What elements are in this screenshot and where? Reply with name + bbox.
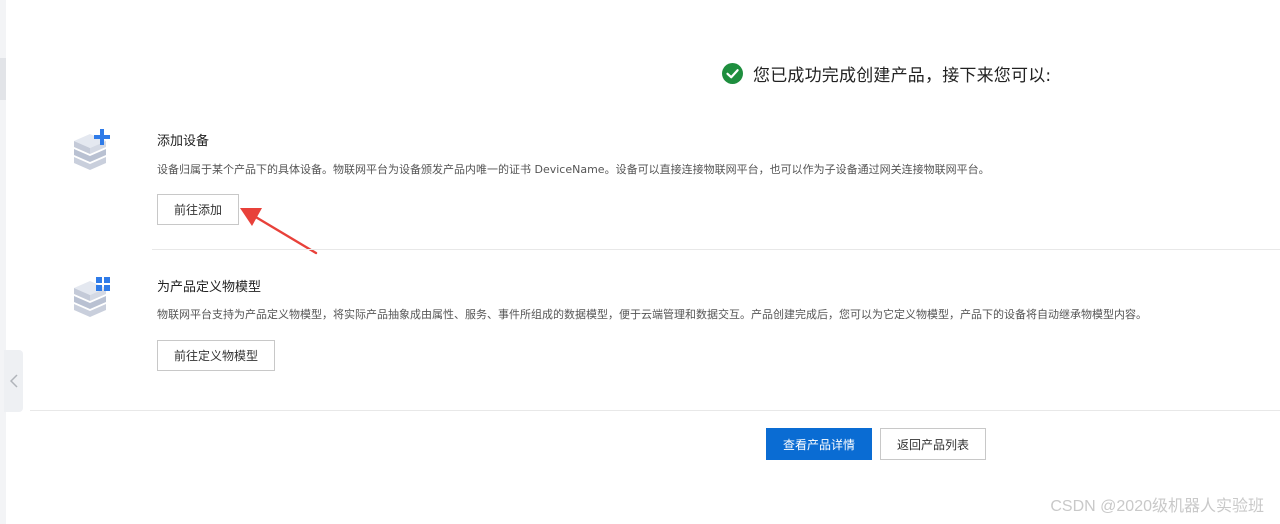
section-title-add-device: 添加设备 xyxy=(157,134,210,149)
chevron-left-icon xyxy=(9,374,18,388)
create-product-success-page: 您已成功完成创建产品，接下来您可以: 添加设备 设备归属于某个产品下的具体设备。… xyxy=(0,0,1280,524)
back-to-product-list-button[interactable]: 返回产品列表 xyxy=(880,428,986,460)
add-device-icon xyxy=(74,129,110,170)
footer-divider xyxy=(30,410,1280,411)
section-desc-thing-model: 物联网平台支持为产品定义物模型，将实际产品抽象成由属性、服务、事件所组成的数据模… xyxy=(157,308,1147,321)
go-define-thing-model-button[interactable]: 前往定义物模型 xyxy=(157,340,275,371)
thing-model-icon xyxy=(74,277,110,317)
section-desc-add-device: 设备归属于某个产品下的具体设备。物联网平台为设备颁发产品内唯一的证书 Devic… xyxy=(157,163,990,176)
check-circle-icon xyxy=(722,62,743,84)
success-header: 您已成功完成创建产品，接下来您可以: xyxy=(722,61,1052,86)
section-title-thing-model: 为产品定义物模型 xyxy=(157,280,262,295)
watermark: CSDN @2020级机器人实验班 xyxy=(1050,498,1264,515)
view-product-details-button[interactable]: 查看产品详情 xyxy=(766,428,872,460)
annotation-arrow-icon xyxy=(240,208,318,255)
section-divider xyxy=(152,249,1280,250)
go-add-device-button[interactable]: 前往添加 xyxy=(157,194,239,225)
success-message: 您已成功完成创建产品，接下来您可以: xyxy=(753,65,1052,86)
left-edge-mark xyxy=(0,58,6,100)
collapse-sidebar-handle[interactable] xyxy=(4,350,23,412)
